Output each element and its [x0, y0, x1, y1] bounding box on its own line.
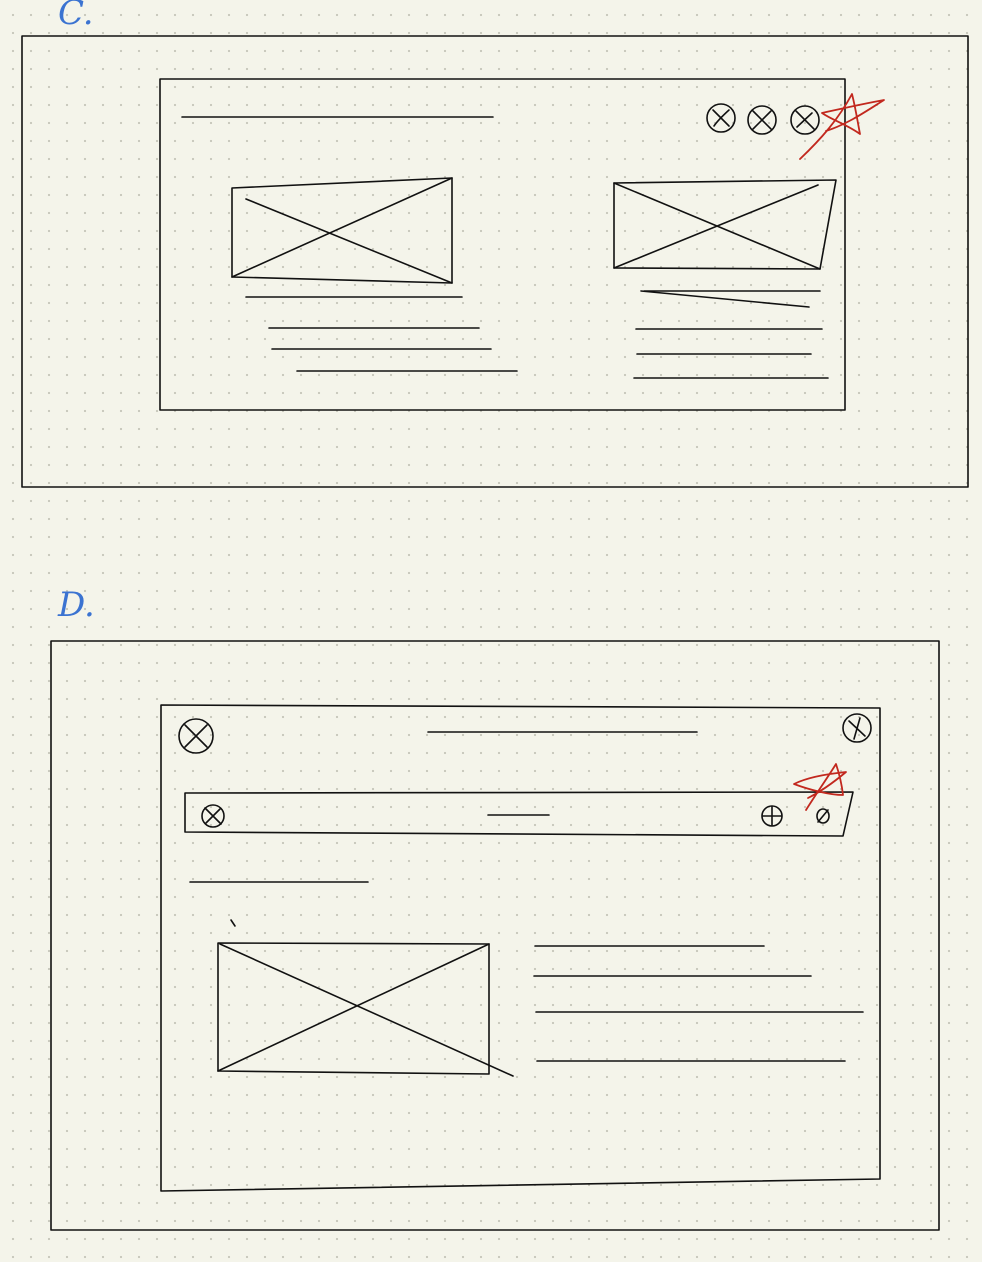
image-placeholder-right-c: [614, 180, 836, 269]
sketch-d: [51, 641, 939, 1230]
control-circle-icon: [707, 104, 735, 132]
window-d: [161, 705, 880, 1191]
close-circle-icon: [791, 106, 819, 134]
text-block-d: [534, 946, 863, 1061]
window-controls-c: [707, 104, 819, 134]
close-circle-icon: [748, 106, 776, 134]
sketch-c: [22, 36, 968, 487]
stray-mark: [231, 920, 235, 926]
toolbar-button-icon: [817, 809, 829, 823]
window-c: [160, 79, 845, 410]
text-block-right-c: [634, 291, 828, 378]
screen-frame-d: [51, 641, 939, 1230]
toolbar-button-icon: [202, 805, 224, 827]
image-placeholder-left-c: [232, 178, 452, 283]
window-button-icon: [843, 714, 871, 742]
screen-frame-c: [22, 36, 968, 487]
toolbar-d: [185, 792, 853, 836]
rejection-mark-icon: [794, 764, 846, 810]
toolbar-button-icon: [762, 806, 782, 826]
image-placeholder-d: [218, 943, 513, 1076]
close-circle-icon: [179, 719, 213, 753]
text-block-left-c: [246, 297, 517, 371]
